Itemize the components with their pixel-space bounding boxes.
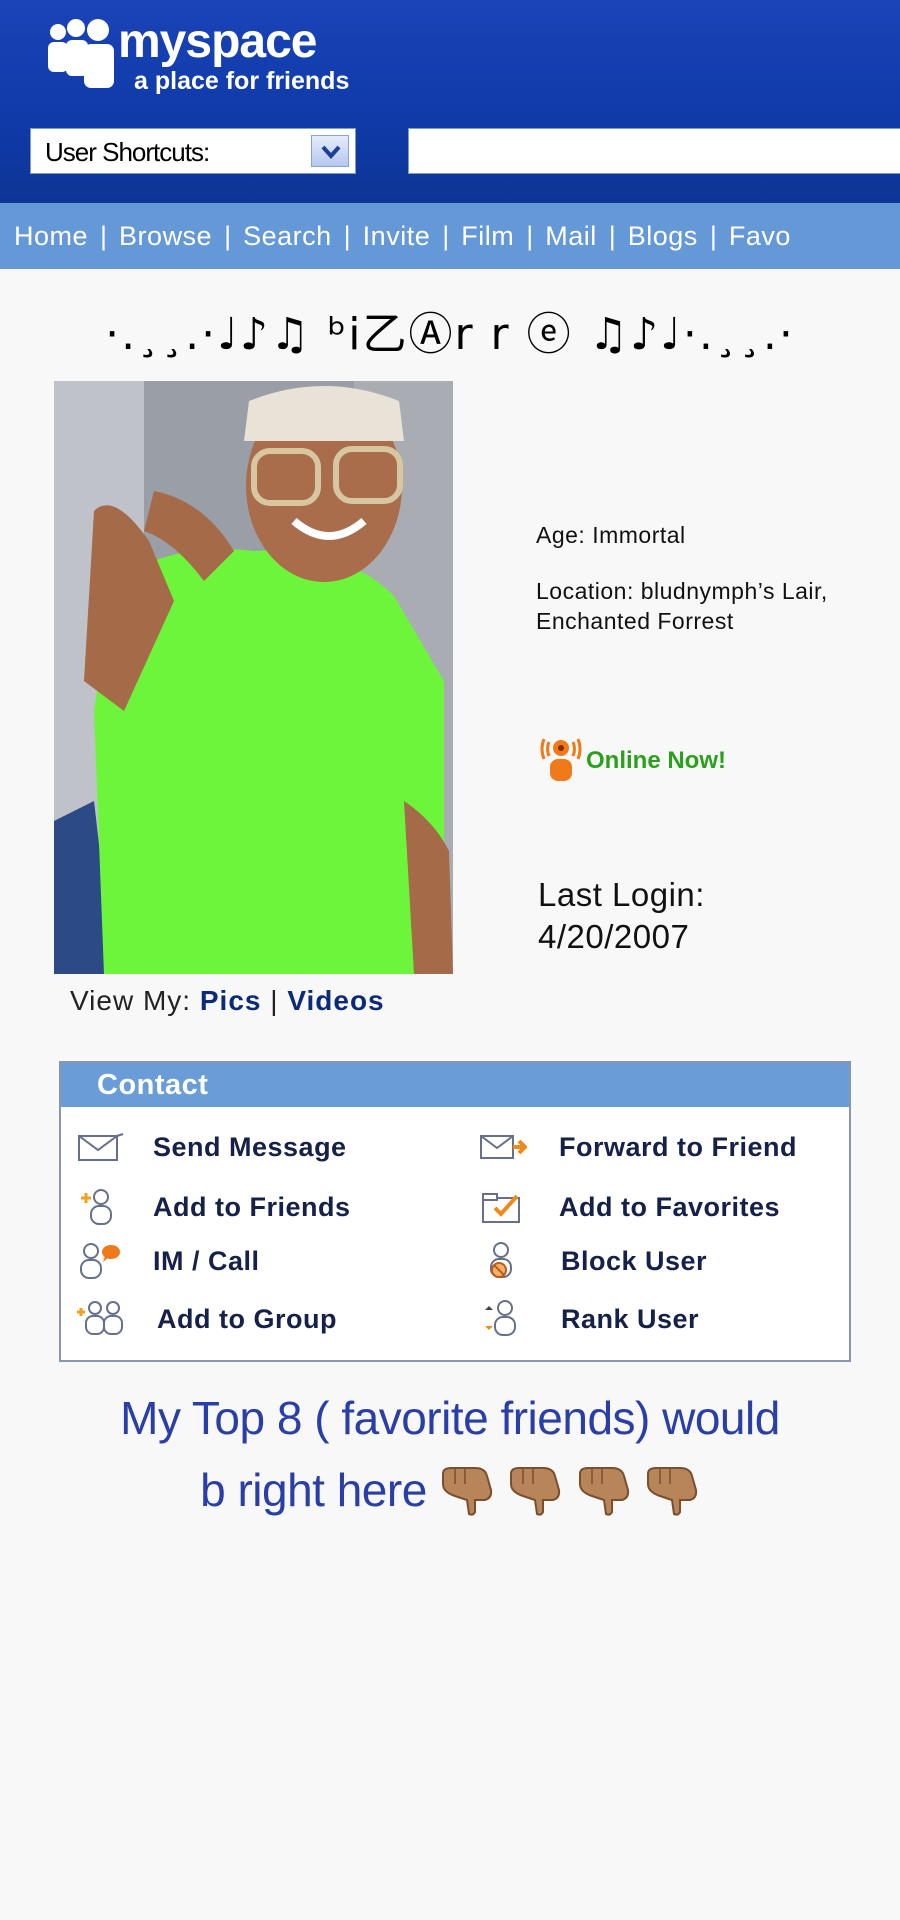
user-shortcuts-label: User Shortcuts: — [45, 137, 210, 167]
rank-user-icon — [485, 1300, 516, 1336]
user-shortcuts-select[interactable]: User Shortcuts: — [30, 128, 356, 174]
add-friend-icon — [81, 1189, 112, 1225]
nav-blogs[interactable]: Blogs — [628, 203, 698, 269]
nav-separator: | — [224, 221, 232, 251]
nav-separator: | — [100, 221, 108, 251]
pics-link[interactable]: Pics — [200, 985, 262, 1016]
search-input[interactable] — [408, 128, 900, 174]
online-now-text: Online Now! — [586, 747, 726, 774]
contact-box: Contact Send Message Forward to Friend A… — [59, 1061, 851, 1362]
rank-user-label: Rank User — [561, 1304, 700, 1334]
profile-photo-image — [54, 381, 453, 974]
profile-photo[interactable] — [54, 381, 453, 974]
myspace-header: myspace a place for friends User Shortcu… — [0, 0, 900, 203]
chat-person-icon — [80, 1243, 120, 1279]
myspace-logo[interactable]: myspace a place for friends — [46, 14, 366, 104]
online-person-icon — [540, 738, 582, 781]
last-login-label: Last Login: — [538, 876, 705, 913]
add-group-icon — [77, 1301, 123, 1335]
main-nav: Home | Browse | Search | Invite | Film | Mail | Blog… — [0, 203, 900, 269]
last-login-date: 4/20/2007 — [538, 918, 690, 955]
last-login: Last Login: 4/20/2007 — [538, 874, 705, 958]
contact-title: Contact — [61, 1063, 849, 1107]
favorites-folder-icon — [482, 1193, 520, 1223]
pointing-down-hand-icon — [442, 1467, 493, 1516]
nav-search[interactable]: Search — [243, 203, 332, 269]
videos-link[interactable]: Videos — [287, 985, 384, 1016]
caption-line-2-text: b right here — [200, 1464, 427, 1516]
nav-separator: | — [343, 221, 351, 251]
profile-name: ·.¸¸.·♩♪♫ ᵇi乙Ⓐr r ⓔ ♫♪♩·.¸¸.· — [105, 309, 795, 360]
logo-tagline: a place for friends — [134, 67, 350, 95]
nav-separator: | — [608, 221, 616, 251]
chevron-down-icon — [321, 145, 341, 160]
pointing-down-hand-icon — [578, 1467, 629, 1516]
caption-line-1: My Top 8 ( favorite friends) would — [120, 1392, 780, 1444]
pointing-down-hand-icon — [646, 1467, 698, 1516]
nav-browse[interactable]: Browse — [119, 203, 212, 269]
add-to-friends-label: Add to Friends — [153, 1192, 351, 1222]
nav-home[interactable]: Home — [14, 203, 88, 269]
overlay-caption: My Top 8 ( favorite friends) would b rig… — [30, 1382, 870, 1526]
nav-film[interactable]: Film — [461, 203, 514, 269]
view-my-links: View My: Pics | Videos — [70, 985, 385, 1017]
nav-separator: | — [526, 221, 534, 251]
view-my-label: View My: — [70, 985, 192, 1016]
pointing-down-hand-icon — [510, 1467, 561, 1516]
forward-envelope-icon — [480, 1135, 527, 1159]
view-my-divider: | — [270, 985, 279, 1016]
block-user-label: Block User — [561, 1246, 708, 1276]
forward-to-friend-label: Forward to Friend — [559, 1132, 797, 1162]
logo-word: myspace — [118, 15, 317, 68]
block-user-icon — [490, 1242, 512, 1278]
nav-mail[interactable]: Mail — [545, 203, 597, 269]
people-logo-icon — [48, 19, 114, 88]
im-call-label: IM / Call — [153, 1246, 260, 1276]
add-to-favorites-label: Add to Favorites — [559, 1192, 781, 1222]
send-message-label: Send Message — [153, 1132, 347, 1162]
nav-separator: | — [709, 221, 717, 251]
nav-invite[interactable]: Invite — [363, 203, 431, 269]
nav-favorites[interactable]: Favo — [729, 203, 791, 269]
envelope-icon — [78, 1133, 124, 1161]
caption-line-2: b right here — [30, 1454, 870, 1526]
profile-age: Age: Immortal — [536, 522, 686, 548]
add-to-group-label: Add to Group — [157, 1304, 337, 1334]
profile-location: Location: bludnymph’s Lair, Enchanted Fo… — [536, 578, 828, 634]
nav-separator: | — [442, 221, 450, 251]
dropdown-button[interactable] — [311, 135, 349, 167]
